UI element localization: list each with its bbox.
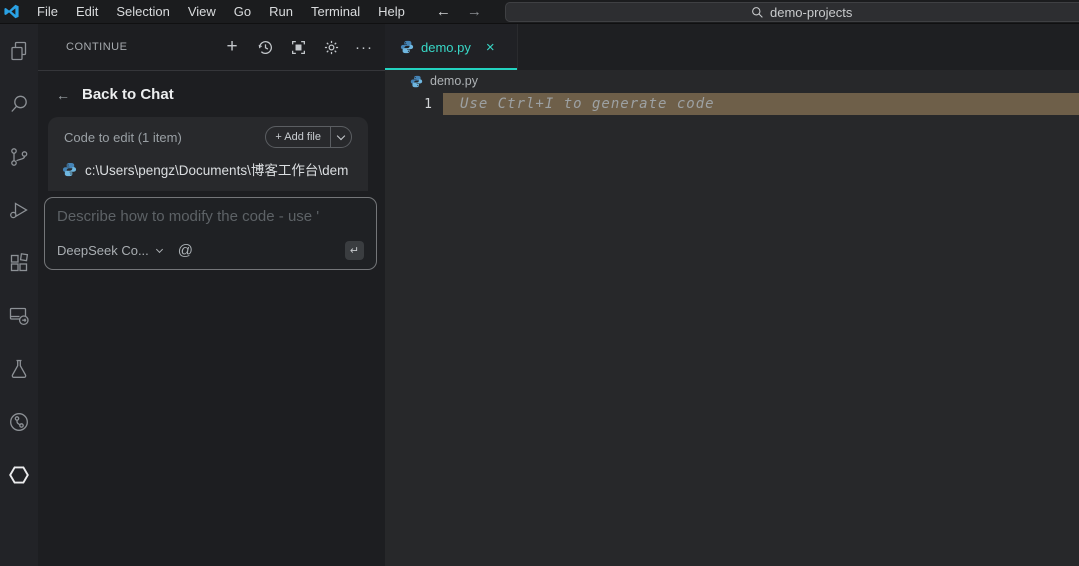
breadcrumb[interactable]: demo.py xyxy=(385,70,1079,92)
more-actions-icon[interactable]: ··· xyxy=(355,38,373,56)
title-bar: File Edit Selection View Go Run Terminal… xyxy=(0,0,1079,24)
navigate-back-icon[interactable]: ← xyxy=(428,3,459,20)
edit-prompt-input[interactable] xyxy=(57,208,376,225)
gitlens-icon[interactable] xyxy=(7,410,31,434)
continue-extension-icon[interactable] xyxy=(7,463,31,487)
activity-bar xyxy=(0,24,38,566)
chevron-down-icon xyxy=(155,245,163,254)
menu-go[interactable]: Go xyxy=(225,0,260,23)
code-line-1[interactable]: 1 Use Ctrl+I to generate code xyxy=(385,93,1079,115)
python-file-icon xyxy=(62,162,77,177)
menu-file[interactable]: File xyxy=(28,0,67,23)
menu-help[interactable]: Help xyxy=(369,0,414,23)
new-session-icon[interactable]: + xyxy=(223,36,241,57)
search-icon xyxy=(751,6,764,19)
sidebar-panel-title: CONTINUE xyxy=(66,41,128,53)
sidebar-header: CONTINUE + ··· xyxy=(38,24,385,71)
run-and-debug-icon[interactable] xyxy=(7,198,31,222)
menu-selection[interactable]: Selection xyxy=(107,0,178,23)
add-file-label[interactable]: + Add file xyxy=(266,131,330,143)
code-to-edit-label: Code to edit (1 item) xyxy=(64,129,182,145)
search-sidebar-icon[interactable] xyxy=(7,92,31,116)
editor-area: demo.py × demo.py 1 Use Ctrl+I to genera… xyxy=(385,24,1079,566)
file-to-edit-row[interactable]: c:\Users\pengz\Documents\博客工作台\dem xyxy=(56,154,360,187)
model-selector[interactable]: DeepSeek Co... xyxy=(57,243,163,258)
fullscreen-icon[interactable] xyxy=(289,38,307,56)
python-file-icon xyxy=(400,40,414,54)
command-center-search[interactable]: demo-projects xyxy=(505,2,1079,22)
source-control-icon[interactable] xyxy=(7,145,31,169)
inline-edit-ghost-text: Use Ctrl+I to generate code xyxy=(443,93,1079,115)
breadcrumb-filename: demo.py xyxy=(430,74,478,88)
editor-tab-bar: demo.py × xyxy=(385,24,1079,70)
tab-label: demo.py xyxy=(421,39,471,55)
menu-terminal[interactable]: Terminal xyxy=(302,0,369,23)
code-area[interactable]: 1 Use Ctrl+I to generate code xyxy=(385,92,1079,566)
add-context-at-icon[interactable]: @ xyxy=(178,242,193,259)
menu-run[interactable]: Run xyxy=(260,0,302,23)
add-file-button[interactable]: + Add file xyxy=(265,126,352,148)
explorer-icon[interactable] xyxy=(7,39,31,63)
remote-explorer-icon[interactable] xyxy=(7,304,31,328)
model-selector-label: DeepSeek Co... xyxy=(57,243,149,258)
edit-prompt-box[interactable]: DeepSeek Co... @ ↵ xyxy=(44,197,377,270)
file-to-edit-path: c:\Users\pengz\Documents\博客工作台\dem xyxy=(85,163,349,178)
tab-close-icon[interactable]: × xyxy=(486,40,495,55)
testing-beaker-icon[interactable] xyxy=(7,357,31,381)
settings-gear-icon[interactable] xyxy=(322,38,340,56)
back-arrow-icon: ← xyxy=(56,86,70,103)
back-to-chat-label: Back to Chat xyxy=(82,86,174,103)
back-to-chat-button[interactable]: ← Back to Chat xyxy=(38,71,385,115)
navigate-forward-icon[interactable]: → xyxy=(459,3,490,20)
tab-demo-py[interactable]: demo.py × xyxy=(385,24,518,70)
line-number: 1 xyxy=(424,96,432,112)
search-box-text: demo-projects xyxy=(770,4,853,20)
python-file-icon xyxy=(410,75,423,88)
continue-sidebar-panel: CONTINUE + ··· ← Back to Chat Code to ed… xyxy=(38,24,385,566)
history-icon[interactable] xyxy=(256,38,274,56)
code-to-edit-card: Code to edit (1 item) + Add file c:\User… xyxy=(48,117,368,191)
menu-view[interactable]: View xyxy=(179,0,225,23)
menu-edit[interactable]: Edit xyxy=(67,0,107,23)
vscode-logo-icon xyxy=(4,4,19,19)
extensions-icon[interactable] xyxy=(7,251,31,275)
enter-key-hint[interactable]: ↵ xyxy=(345,241,364,260)
active-tab-indicator xyxy=(385,68,517,70)
add-file-dropdown-icon[interactable] xyxy=(331,131,351,140)
